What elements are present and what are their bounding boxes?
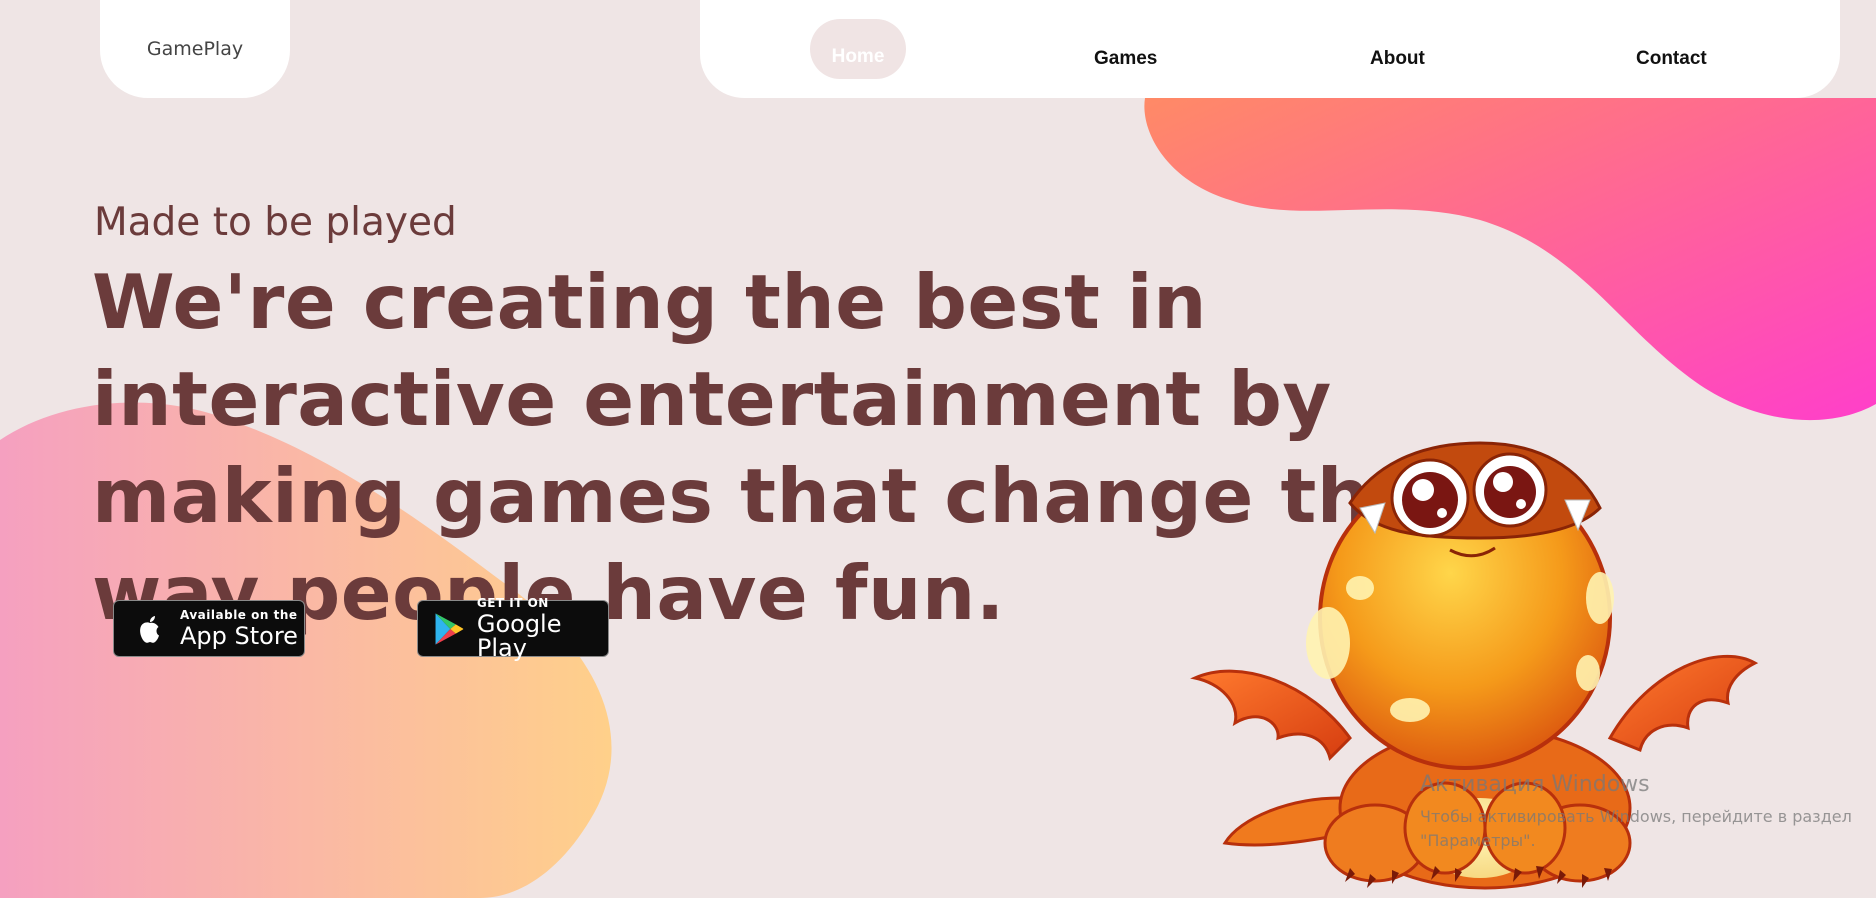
hero-eyebrow: Made to be played: [94, 200, 457, 245]
nav-item-contact[interactable]: Contact: [1636, 48, 1707, 70]
logo-text: GamePlay: [146, 38, 244, 60]
apple-icon: [140, 615, 159, 643]
nav-item-home[interactable]: Home: [810, 19, 906, 79]
main-nav: Home Games About Contact: [700, 0, 1840, 98]
app-store-small-label: Available on the: [180, 608, 298, 622]
nav-label-home: Home: [831, 46, 885, 67]
app-store-button[interactable]: Available on the App Store: [113, 600, 305, 657]
app-store-big-label: App Store: [180, 622, 298, 650]
google-play-big-label: Google Play: [476, 610, 562, 662]
google-play-button[interactable]: GET IT ON Google Play: [417, 596, 609, 662]
dragon-mascot-image: [1190, 441, 1759, 890]
nav-item-games[interactable]: Games: [1094, 48, 1157, 70]
google-play-icon: [435, 612, 464, 645]
nav-item-about[interactable]: About: [1370, 48, 1425, 70]
google-play-small-label: GET IT ON: [476, 596, 549, 610]
logo-container[interactable]: GamePlay: [100, 0, 290, 98]
